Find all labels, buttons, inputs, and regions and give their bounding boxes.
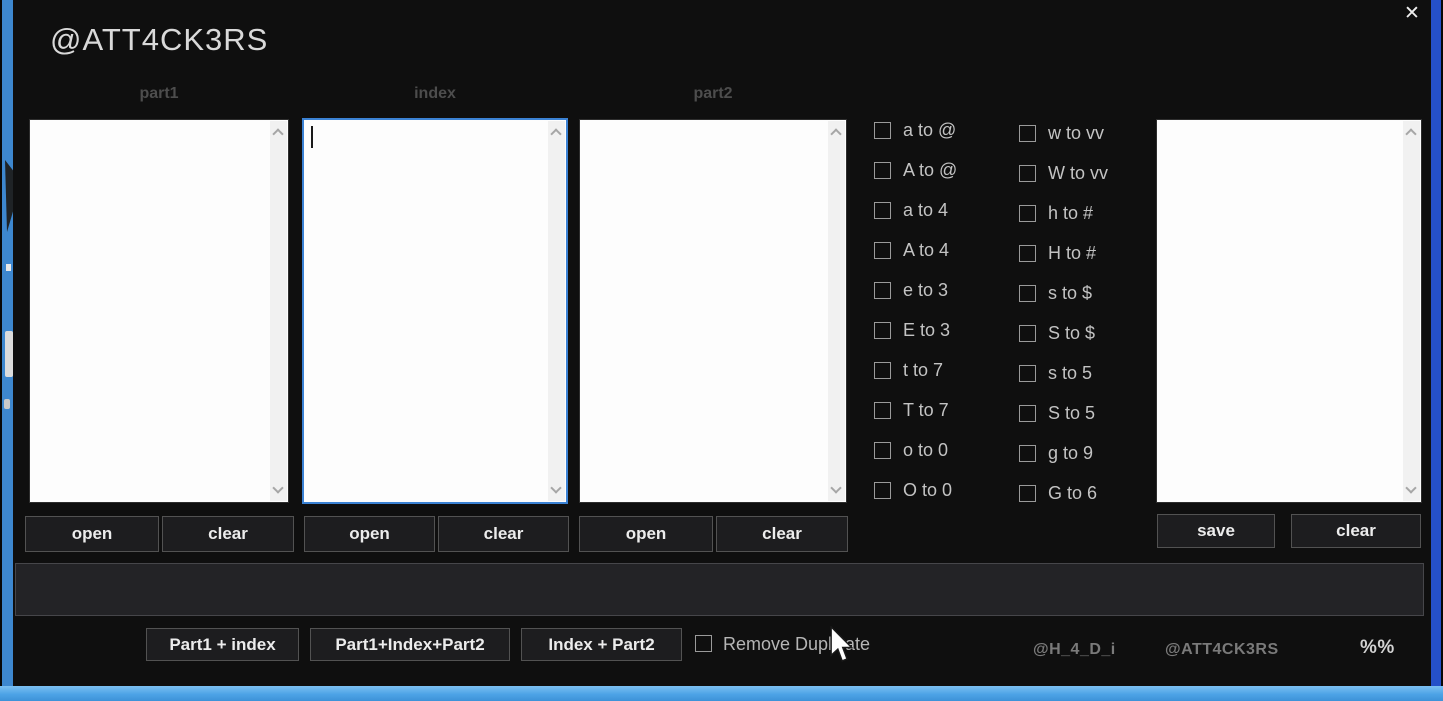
credit-handle-1: @H_4_D_i bbox=[1033, 641, 1116, 658]
checkbox[interactable] bbox=[1019, 325, 1036, 342]
scroll-down-icon[interactable] bbox=[272, 482, 284, 494]
desktop-icon-fragment bbox=[5, 331, 13, 377]
transform-option[interactable]: W to vv bbox=[1019, 164, 1108, 182]
part2-label: part2 bbox=[693, 85, 733, 102]
result-clear-button[interactable]: clear bbox=[1291, 514, 1421, 548]
checkbox[interactable] bbox=[1019, 125, 1036, 142]
app-title: @ATT4CK3RS bbox=[50, 22, 269, 57]
part1-scrollbar[interactable] bbox=[270, 121, 287, 501]
desktop-edge-left bbox=[2, 0, 15, 701]
close-button[interactable]: ✕ bbox=[1397, 0, 1427, 26]
checkbox[interactable] bbox=[874, 362, 891, 379]
app-window: ✕ @ATT4CK3RS part1 index part2 open clea… bbox=[13, 0, 1431, 686]
checkbox[interactable] bbox=[1019, 405, 1036, 422]
checkbox[interactable] bbox=[874, 282, 891, 299]
transform-option[interactable]: s to $ bbox=[1019, 284, 1108, 302]
transform-option[interactable]: a to 4 bbox=[874, 201, 957, 219]
desktop-icon-fragment bbox=[4, 399, 10, 409]
transform-option[interactable]: A to 4 bbox=[874, 241, 957, 259]
text-caret bbox=[311, 126, 313, 148]
remove-duplicate-label: Remove Duplicate bbox=[723, 634, 871, 654]
transform-option[interactable]: h to # bbox=[1019, 204, 1108, 222]
output-bar bbox=[15, 563, 1424, 616]
index-textarea[interactable] bbox=[302, 118, 568, 504]
part1-textarea[interactable] bbox=[29, 119, 289, 503]
transform-option[interactable]: g to 9 bbox=[1019, 444, 1108, 462]
save-button[interactable]: save bbox=[1157, 514, 1275, 548]
transform-option[interactable]: A to @ bbox=[874, 161, 957, 179]
transform-column-2: w to vv W to vv h to # H to # s to $ S t… bbox=[1019, 124, 1108, 502]
checkbox[interactable] bbox=[1019, 485, 1036, 502]
desktop-icon-fragment bbox=[6, 264, 11, 271]
part2-textarea[interactable] bbox=[579, 119, 847, 503]
checkbox[interactable] bbox=[1019, 365, 1036, 382]
part1-index-part2-button[interactable]: Part1+Index+Part2 bbox=[310, 628, 510, 661]
transform-option[interactable]: H to # bbox=[1019, 244, 1108, 262]
checkbox[interactable] bbox=[874, 322, 891, 339]
transform-option[interactable]: a to @ bbox=[874, 121, 957, 139]
scroll-down-icon[interactable] bbox=[1405, 482, 1417, 494]
part1-open-button[interactable]: open bbox=[25, 516, 159, 552]
part1-label: part1 bbox=[139, 85, 179, 102]
index-clear-button[interactable]: clear bbox=[438, 516, 569, 552]
desktop-edge-right bbox=[1431, 0, 1441, 690]
checkbox[interactable] bbox=[1019, 165, 1036, 182]
transform-option[interactable]: T to 7 bbox=[874, 401, 957, 419]
transform-column-1: a to @ A to @ a to 4 A to 4 e to 3 E to … bbox=[874, 121, 957, 499]
checkbox[interactable] bbox=[1019, 445, 1036, 462]
scroll-down-icon[interactable] bbox=[830, 482, 842, 494]
transform-option[interactable]: w to vv bbox=[1019, 124, 1108, 142]
part2-clear-button[interactable]: clear bbox=[716, 516, 848, 552]
checkbox[interactable] bbox=[874, 162, 891, 179]
part2-open-button[interactable]: open bbox=[579, 516, 713, 552]
checkbox[interactable] bbox=[874, 402, 891, 419]
desktop-background: 8 S ✕ @ATT4CK3RS part1 index part2 bbox=[0, 0, 1443, 701]
scroll-up-icon[interactable] bbox=[272, 128, 284, 140]
remove-duplicate-checkbox[interactable] bbox=[695, 635, 712, 652]
transform-option[interactable]: G to 6 bbox=[1019, 484, 1108, 502]
scroll-up-icon[interactable] bbox=[830, 128, 842, 140]
checkbox[interactable] bbox=[874, 122, 891, 139]
transform-option[interactable]: e to 3 bbox=[874, 281, 957, 299]
scroll-down-icon[interactable] bbox=[550, 482, 562, 494]
checkbox[interactable] bbox=[1019, 285, 1036, 302]
scroll-up-icon[interactable] bbox=[1405, 128, 1417, 140]
part2-scrollbar[interactable] bbox=[828, 121, 845, 501]
index-open-button[interactable]: open bbox=[304, 516, 435, 552]
credit-handle-2: @ATT4CK3RS bbox=[1165, 641, 1279, 658]
checkbox[interactable] bbox=[1019, 205, 1036, 222]
scroll-up-icon[interactable] bbox=[550, 128, 562, 140]
checkbox[interactable] bbox=[874, 482, 891, 499]
part1-index-button[interactable]: Part1 + index bbox=[146, 628, 299, 661]
checkbox[interactable] bbox=[874, 242, 891, 259]
index-scrollbar[interactable] bbox=[548, 121, 565, 501]
result-scrollbar[interactable] bbox=[1403, 121, 1420, 501]
transform-option[interactable]: S to 5 bbox=[1019, 404, 1108, 422]
checkbox[interactable] bbox=[874, 442, 891, 459]
credit-symbol: %% bbox=[1360, 637, 1395, 658]
desktop-edge-bottom bbox=[0, 686, 1443, 701]
transform-option[interactable]: o to 0 bbox=[874, 441, 957, 459]
index-part2-button[interactable]: Index + Part2 bbox=[521, 628, 682, 661]
checkbox[interactable] bbox=[1019, 245, 1036, 262]
index-label: index bbox=[414, 85, 456, 102]
transform-option[interactable]: s to 5 bbox=[1019, 364, 1108, 382]
transform-option[interactable]: S to $ bbox=[1019, 324, 1108, 342]
part1-clear-button[interactable]: clear bbox=[162, 516, 294, 552]
transform-option[interactable]: O to 0 bbox=[874, 481, 957, 499]
result-listbox[interactable] bbox=[1156, 119, 1422, 503]
transform-option[interactable]: E to 3 bbox=[874, 321, 957, 339]
checkbox[interactable] bbox=[874, 202, 891, 219]
transform-option[interactable]: t to 7 bbox=[874, 361, 957, 379]
